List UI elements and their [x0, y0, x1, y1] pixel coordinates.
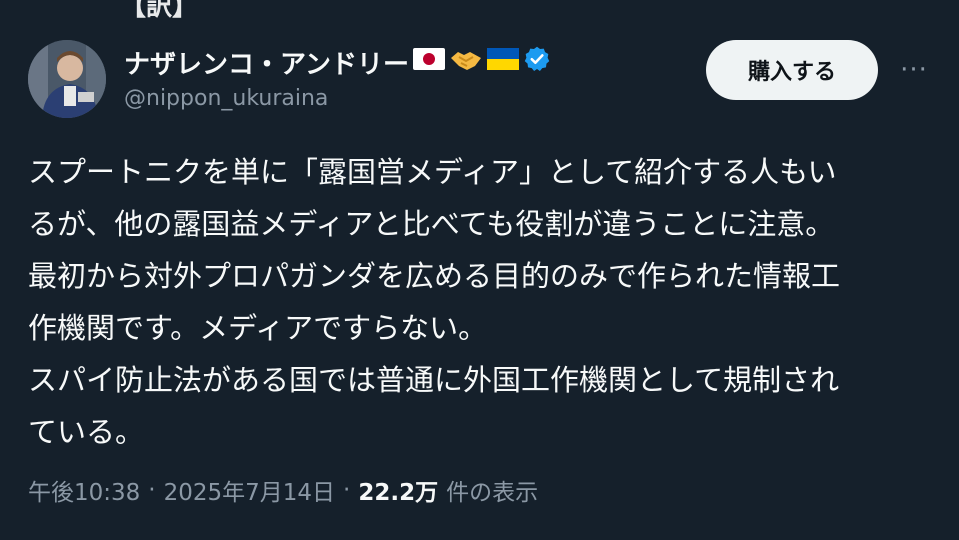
tweet-line: スパイ防止法がある国では普通に外国工作機関として規制され	[28, 363, 840, 397]
tweet-line: スプートニクを単に「露国営メディア」として紹介する人もい	[28, 155, 837, 189]
avatar[interactable]	[28, 40, 106, 118]
tweet-header: ナザレンコ・アンドリー @nippon_ukuraina 購入する ···	[28, 40, 931, 120]
tweet-line: 作機関です。メディアですらない。	[28, 311, 488, 345]
buy-button[interactable]: 購入する	[706, 40, 878, 100]
handshake-icon	[449, 46, 483, 79]
meta-separator: ·	[343, 477, 351, 503]
author-handle[interactable]: @nippon_ukuraina	[124, 86, 328, 111]
views-label: 件の表示	[446, 480, 539, 506]
tweet-text: スプートニクを単に「露国営メディア」として紹介する人もい るが、他の露国益メディ…	[28, 146, 943, 458]
tweet-line: るが、他の露国益メディアと比べても役割が違うことに注意。	[28, 207, 835, 241]
tweet-time[interactable]: 午後10:38	[28, 473, 140, 507]
tweet-line: 最初から対外プロパガンダを広める目的のみで作られた情報工	[28, 259, 841, 293]
tweet-meta: 午後10:38 · 2025年7月14日 · 22.2万 件の表示	[28, 472, 538, 508]
avatar-photo	[28, 40, 106, 118]
more-options-icon[interactable]: ···	[896, 52, 932, 88]
meta-separator: ·	[148, 477, 156, 503]
author-name-row[interactable]: ナザレンコ・アンドリー	[124, 44, 551, 80]
author-name[interactable]: ナザレンコ・アンドリー	[124, 44, 409, 81]
japan-flag-icon	[412, 47, 445, 77]
views-count[interactable]: 22.2万	[358, 473, 438, 507]
ukraine-flag-icon	[486, 47, 519, 77]
header-fragment: 【訳】	[120, 0, 199, 22]
tweet-date[interactable]: 2025年7月14日	[164, 473, 335, 507]
verified-badge-icon	[523, 45, 551, 80]
tweet-line: ている。	[28, 415, 145, 449]
